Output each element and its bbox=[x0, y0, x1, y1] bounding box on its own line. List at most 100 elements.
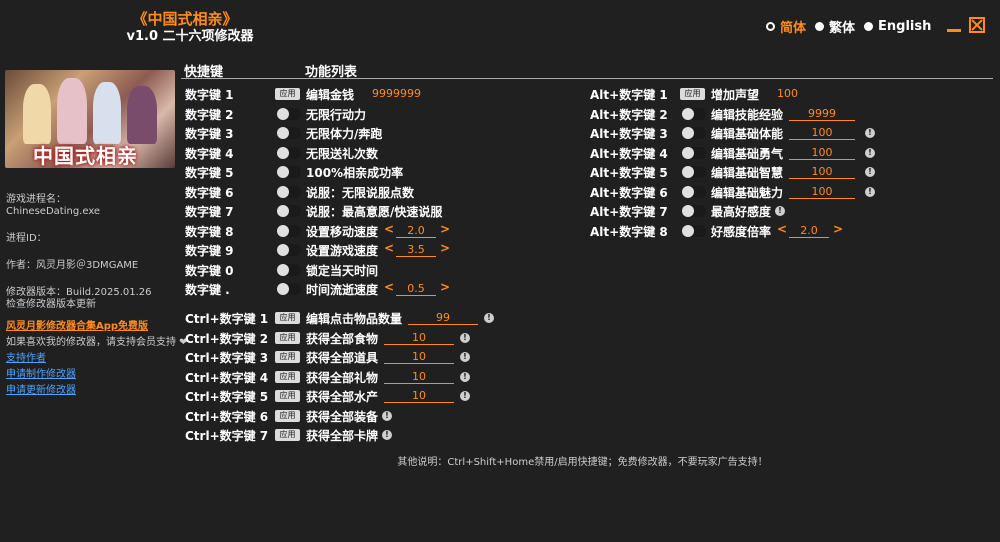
feature-toggle[interactable] bbox=[682, 185, 706, 198]
increase-arrow-icon[interactable]: > bbox=[440, 222, 450, 236]
toggle-knob bbox=[277, 205, 289, 217]
value-input[interactable]: 100 bbox=[789, 185, 855, 199]
value-input[interactable]: 10 bbox=[384, 370, 454, 384]
value-display: 9999999 bbox=[372, 87, 421, 100]
hotkey-label: Alt+数字键 8 bbox=[590, 224, 668, 239]
value-input[interactable]: 100 bbox=[789, 146, 855, 160]
increase-arrow-icon[interactable]: > bbox=[440, 241, 450, 255]
feature-toggle[interactable] bbox=[682, 205, 706, 217]
value-input[interactable]: 9999 bbox=[789, 107, 855, 121]
info-icon[interactable]: ! bbox=[460, 352, 470, 362]
info-icon[interactable]: ! bbox=[382, 410, 392, 421]
lang-option-simplified[interactable]: 简体 bbox=[766, 17, 806, 36]
value-input[interactable]: 10 bbox=[384, 389, 454, 403]
hotkey-label: Alt+数字键 5 bbox=[590, 166, 668, 180]
toggle-knob bbox=[277, 146, 289, 159]
toggle-knob bbox=[277, 283, 289, 295]
request-make-link[interactable]: 申请制作修改器 bbox=[6, 369, 76, 381]
toggle-knob bbox=[277, 244, 289, 256]
decrease-arrow-icon[interactable]: < bbox=[384, 280, 394, 294]
app-title-block: 《中国式相亲》 v1.0 二十六项修改器 bbox=[0, 10, 370, 45]
footer-note: 其他说明：Ctrl+Shift+Home禁用/启用快捷键；免费修改器，不要玩家广… bbox=[397, 457, 768, 468]
feature-toggle[interactable] bbox=[682, 224, 706, 237]
feature-label: 获得全部水产 bbox=[306, 390, 379, 404]
feature-label: 好感度倍率 bbox=[711, 224, 772, 239]
info-icon[interactable]: ! bbox=[484, 313, 494, 323]
apply-button[interactable]: 应用 bbox=[275, 88, 300, 100]
feature-toggle[interactable] bbox=[682, 127, 706, 139]
value-input[interactable]: 10 bbox=[384, 331, 454, 345]
feature-label: 无限送礼次数 bbox=[306, 146, 379, 161]
info-icon[interactable]: ! bbox=[865, 147, 875, 158]
feature-toggle[interactable] bbox=[682, 166, 706, 178]
feature-toggle[interactable] bbox=[682, 146, 706, 159]
feature-toggle[interactable] bbox=[277, 224, 301, 237]
apply-button[interactable]: 应用 bbox=[275, 312, 300, 324]
info-icon[interactable]: ! bbox=[460, 371, 470, 382]
info-icon[interactable]: ! bbox=[865, 186, 875, 197]
request-update-link[interactable]: 申请更新修改器 bbox=[6, 385, 76, 397]
app-title: 《中国式相亲》 bbox=[132, 10, 238, 28]
value-input[interactable]: 2.0 bbox=[396, 224, 436, 238]
value-input[interactable]: 100 bbox=[789, 126, 855, 140]
info-icon[interactable]: ! bbox=[775, 206, 785, 216]
value-display: 100 bbox=[777, 87, 798, 100]
feature-toggle[interactable] bbox=[277, 146, 301, 159]
apply-button[interactable]: 应用 bbox=[275, 331, 300, 344]
hotkey-label: Ctrl+数字键 2 bbox=[185, 331, 269, 346]
feature-toggle[interactable] bbox=[277, 205, 301, 217]
feature-toggle[interactable] bbox=[277, 185, 301, 198]
feature-toggle[interactable] bbox=[277, 244, 301, 256]
toggle-knob bbox=[682, 224, 694, 237]
apply-button[interactable]: 应用 bbox=[275, 429, 300, 441]
feature-toggle[interactable] bbox=[277, 166, 301, 178]
decrease-arrow-icon[interactable]: < bbox=[384, 241, 394, 255]
feature-label: 获得全部食物 bbox=[306, 331, 379, 346]
process-label: 游戏进程名： bbox=[6, 194, 66, 205]
feature-label: 获得全部卡牌 bbox=[306, 429, 379, 443]
apply-button[interactable]: 应用 bbox=[275, 390, 300, 402]
hotkey-label: 数字键 8 bbox=[185, 224, 234, 239]
app-collection-link[interactable]: 风灵月影修改器合集App免费版 bbox=[6, 321, 148, 333]
feature-toggle[interactable] bbox=[277, 263, 301, 276]
apply-button[interactable]: 应用 bbox=[680, 88, 705, 100]
hotkey-label: Alt+数字键 2 bbox=[590, 107, 668, 122]
decrease-arrow-icon[interactable]: < bbox=[384, 222, 394, 236]
feature-toggle[interactable] bbox=[277, 127, 301, 139]
info-icon[interactable]: ! bbox=[865, 128, 875, 138]
hotkey-label: Alt+数字键 4 bbox=[590, 146, 668, 161]
minimize-button[interactable] bbox=[946, 17, 962, 33]
info-icon[interactable]: ! bbox=[382, 430, 392, 440]
radio-selected-icon bbox=[766, 22, 775, 31]
info-icon[interactable]: ! bbox=[460, 391, 470, 401]
check-update-link[interactable]: 检查修改器版本更新 bbox=[6, 299, 96, 311]
increase-arrow-icon[interactable]: > bbox=[440, 280, 450, 294]
close-button[interactable] bbox=[969, 17, 985, 33]
value-input[interactable]: 0.5 bbox=[396, 282, 436, 296]
lang-option-english[interactable]: English bbox=[864, 19, 931, 34]
value-input[interactable]: 100 bbox=[789, 165, 855, 179]
toggle-knob bbox=[682, 107, 694, 120]
apply-button[interactable]: 应用 bbox=[275, 351, 300, 363]
hotkey-label: Alt+数字键 6 bbox=[590, 185, 668, 200]
feature-toggle[interactable] bbox=[277, 107, 301, 120]
feature-label: 编辑基础智慧 bbox=[711, 166, 784, 180]
feature-toggle[interactable] bbox=[277, 283, 301, 295]
game-cover-image: 中国式相亲 bbox=[5, 70, 175, 168]
feature-label: 增加声望 bbox=[711, 88, 760, 102]
support-author-link[interactable]: 支持作者 bbox=[6, 353, 46, 365]
lang-option-traditional[interactable]: 繁体 bbox=[815, 17, 855, 36]
hotkey-label: 数字键 4 bbox=[185, 146, 234, 161]
decrease-arrow-icon[interactable]: < bbox=[777, 222, 787, 236]
value-input[interactable]: 3.5 bbox=[396, 243, 436, 257]
apply-button[interactable]: 应用 bbox=[275, 409, 300, 422]
apply-button[interactable]: 应用 bbox=[275, 370, 300, 383]
value-input[interactable]: 2.0 bbox=[789, 224, 829, 238]
hotkey-label: Ctrl+数字键 1 bbox=[185, 312, 269, 326]
feature-toggle[interactable] bbox=[682, 107, 706, 120]
info-icon[interactable]: ! bbox=[865, 167, 875, 177]
value-input[interactable]: 99 bbox=[408, 311, 478, 325]
increase-arrow-icon[interactable]: > bbox=[833, 222, 843, 236]
info-icon[interactable]: ! bbox=[460, 332, 470, 343]
value-input[interactable]: 10 bbox=[384, 350, 454, 364]
